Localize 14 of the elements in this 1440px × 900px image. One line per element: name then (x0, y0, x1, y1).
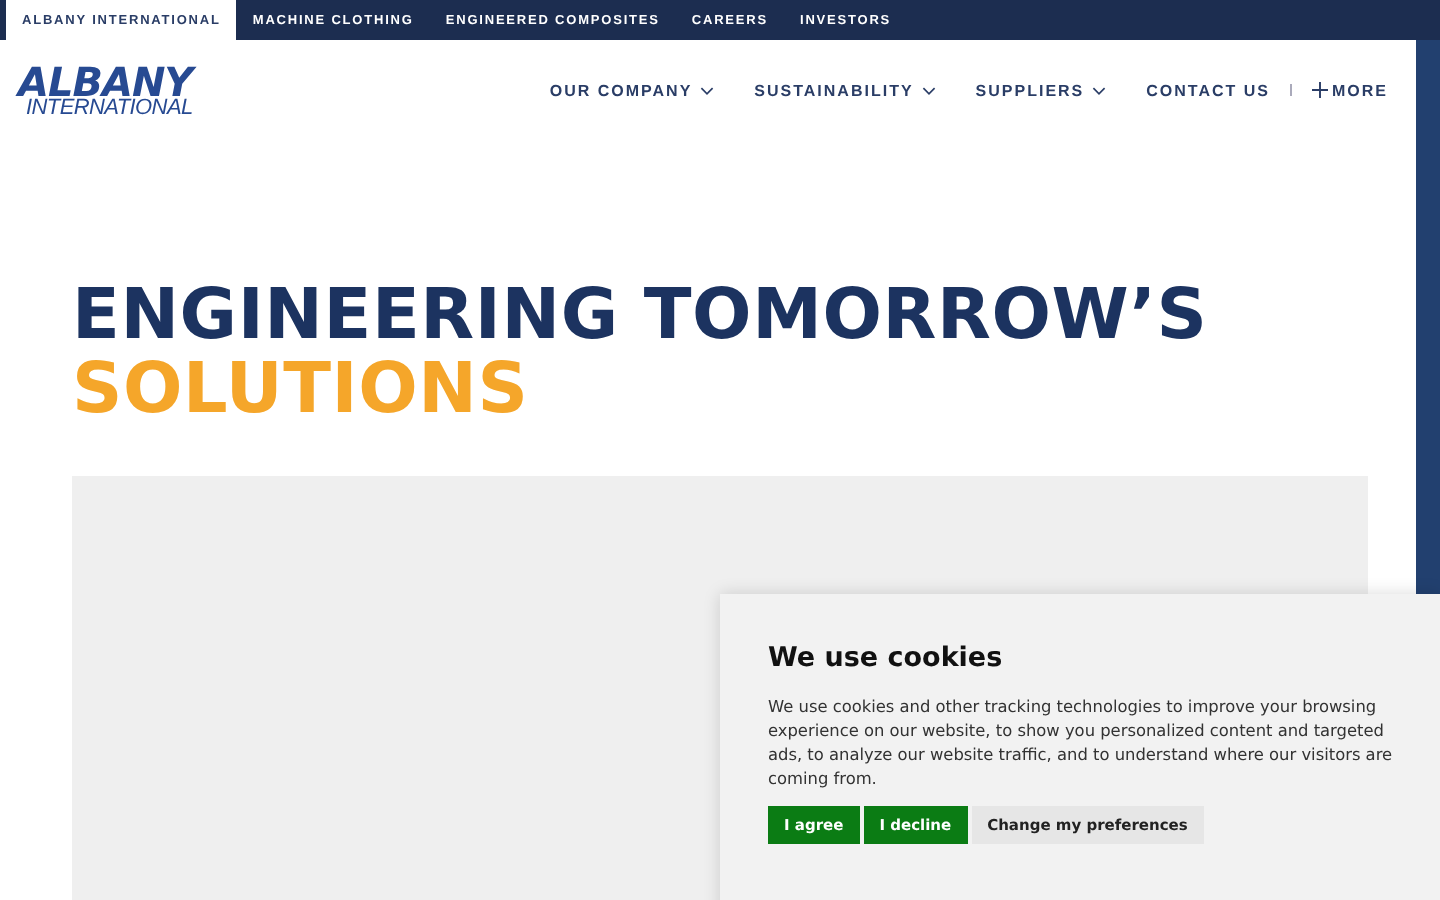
cookie-text: We use cookies and other tracking technologies to improve your browsing experience on our website, to show you personalized content and targeted ads, to analyze our website traffic, and to understand where our visitors are coming from. (768, 694, 1395, 790)
nav-link[interactable]: SUSTAINABILITY (754, 81, 936, 99)
cookie-title: We use cookies (768, 642, 1005, 674)
plus-icon (1312, 82, 1328, 98)
nav-link[interactable]: SUPPLIERS (975, 81, 1107, 99)
nav-link[interactable]: CONTACT US (1146, 81, 1270, 99)
chevron-down-icon (1092, 85, 1107, 95)
hero-title: SOLUTIONS (72, 354, 531, 428)
nav-link[interactable]: MORE (1312, 81, 1388, 99)
logo[interactable]: ALBANY INTERNATIONAL (18, 61, 193, 119)
chevron-down-icon (700, 85, 715, 95)
nav-link[interactable]: OUR COMPANY (549, 81, 715, 99)
chevron-down-icon (921, 85, 936, 95)
hero-title: ENGINEERING TOMORROW’S (72, 280, 1210, 354)
